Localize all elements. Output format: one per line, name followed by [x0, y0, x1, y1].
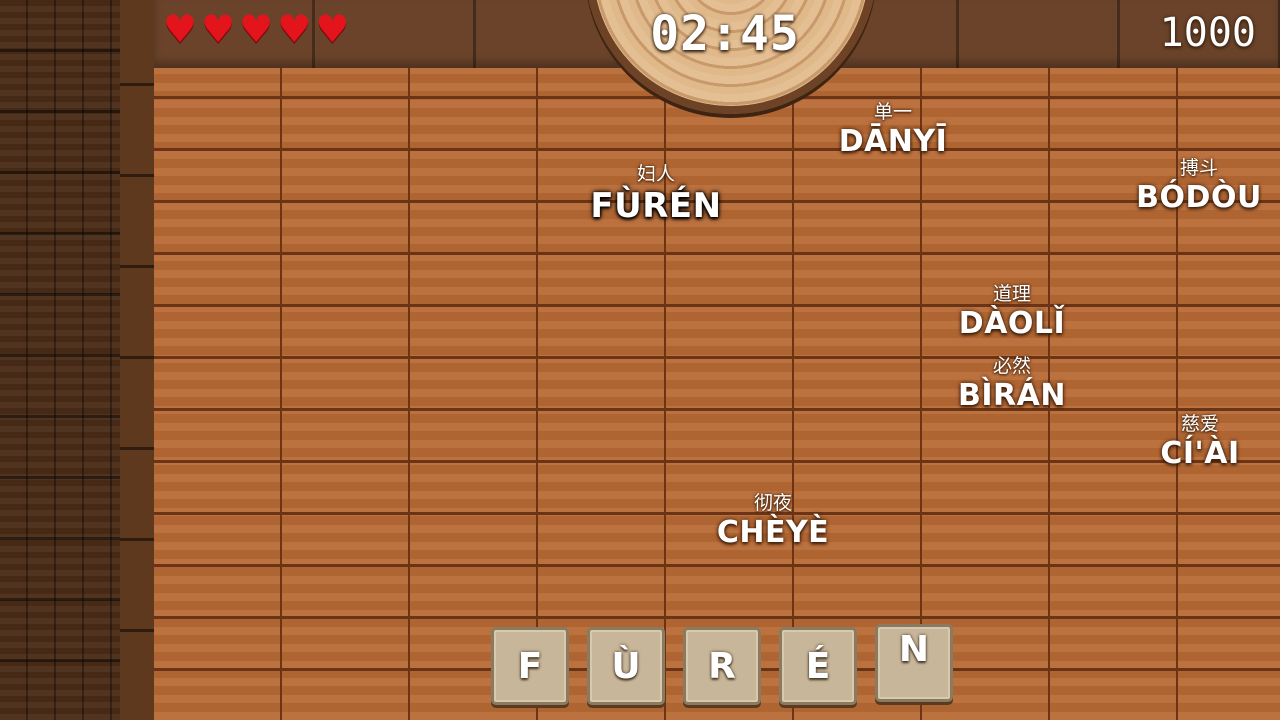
falling-word-daoli: 道理 DÀOLǏ — [959, 279, 1065, 341]
word-pinyin: BÌRÁN — [958, 378, 1066, 413]
falling-word-danyi: 单一 DĀNYĪ — [839, 97, 948, 159]
falling-word-bodou: 搏斗 BÓDÒU — [1136, 153, 1262, 215]
lives-hearts: ♥ ♥ ♥ ♥ ♥ — [163, 10, 349, 48]
letter-tile-e-acute[interactable]: É — [779, 627, 857, 705]
falling-word-cheye: 彻夜 CHÈYÈ — [717, 488, 829, 550]
word-pinyin: DÀOLǏ — [958, 306, 1066, 341]
heart-icon: ♥ — [315, 7, 350, 51]
word-pinyin: BÓDÒU — [1136, 180, 1262, 215]
word-pinyin: FÙRÉN — [590, 186, 722, 226]
letter-tile-r[interactable]: R — [683, 627, 761, 705]
word-hanzi: 慈爱 — [1180, 413, 1219, 435]
word-hanzi: 必然 — [992, 355, 1031, 377]
falling-word-biran: 必然 BÌRÁN — [958, 351, 1066, 413]
word-hanzi: 单一 — [873, 101, 912, 123]
letter-tile-u-grave[interactable]: Ù — [587, 627, 665, 705]
score-display: 1000 — [1159, 10, 1256, 56]
heart-icon: ♥ — [201, 7, 236, 51]
letter-tile-n[interactable]: N — [875, 624, 953, 702]
heart-icon: ♥ — [277, 7, 312, 51]
word-hanzi: 妇人 — [636, 163, 676, 185]
heart-icon: ♥ — [239, 7, 274, 51]
wood-trim — [120, 0, 157, 720]
heart-icon: ♥ — [163, 7, 198, 51]
word-hanzi: 道理 — [992, 283, 1031, 305]
word-hanzi: 搏斗 — [1179, 157, 1219, 179]
countdown-timer: 02:45 — [650, 6, 800, 62]
word-pinyin: DĀNYĪ — [838, 124, 948, 159]
word-pinyin: CÍ'ÀI — [1160, 436, 1240, 471]
word-pinyin: CHÈYÈ — [716, 515, 830, 550]
parquet-side-panel — [0, 0, 122, 720]
falling-word-furen: 妇人 FÙRÉN — [590, 159, 721, 226]
word-hanzi: 彻夜 — [753, 492, 792, 514]
falling-word-ciai: 慈爱 CÍ'ÀI — [1160, 409, 1239, 471]
letter-tile-f[interactable]: F — [491, 627, 569, 705]
